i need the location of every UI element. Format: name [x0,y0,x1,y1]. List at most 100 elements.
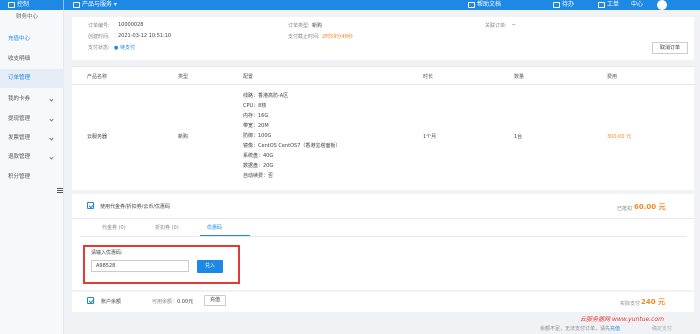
actual-pay-value: 240 元 [641,298,666,306]
products-menu[interactable]: 产品与服务 ▾ [73,0,117,10]
pay-status-badge: ● 待支付 [114,44,135,51]
order-type-label: 订单类型: [288,23,310,29]
config-line: 带宽：20M [243,123,269,129]
actual-pay-label: 实际支付 [620,301,641,307]
discount-divider [72,218,694,219]
chevron-down-icon [49,136,54,141]
tab-promo-code[interactable]: 优惠码 [207,224,222,231]
order-type: 新购 [312,23,323,29]
config-line: 线路：香港高防-A区 [243,93,289,99]
chevron-down-icon: ▾ [112,1,117,8]
config-line: 数据盘：20G [243,163,274,169]
config-line: 系统盘：40G [243,153,274,159]
top-separator [63,0,64,10]
watermark: 云服务器网 www.yuntue.com [580,314,664,323]
sidebar-item-label: 积分管理 [8,174,31,180]
config-line: 自动续费：否 [243,173,274,179]
pay-status: 待支付 [119,45,135,51]
col-header-config: 配置 [243,74,254,80]
watermark-brand: 云服务器网 [580,316,611,323]
account-balance-checkbox[interactable] [87,297,94,304]
sidebar-item-billing[interactable]: 收支明细 [0,50,64,69]
ticket-icon [598,1,605,8]
sidebar-item-label: 发票管理 [8,135,31,141]
sidebar-item-refunds[interactable]: 退款管理 [0,148,64,167]
note-text: 余额不足，无法支付订单，请先 [540,326,611,332]
available-balance-value: 0.00元 [177,299,194,305]
use-discount-checkbox[interactable] [87,202,94,209]
col-header-duration: 时长 [423,74,434,80]
use-discount-label: 使用代金券/折扣券/云币/优惠码 [100,204,171,210]
sidebar-item-invoices[interactable]: 发票管理 [0,129,64,148]
insufficient-balance-note: 余额不足，无法支付订单，请先充值 [540,325,620,332]
order-duration: 1个月 [423,134,437,140]
user-center-link[interactable]: 中心 [631,0,643,10]
products-label: 产品与服务 [82,1,113,8]
discount-deducted-label: 已抵扣 [617,206,633,212]
sidebar-item-recharge[interactable]: 充值中心 [0,30,64,49]
sidebar-item-label: 我的卡券 [8,96,31,102]
recharge-button[interactable]: 充值 [204,295,226,306]
order-quantity: 1台 [514,134,523,140]
recharge-link[interactable]: 充值 [610,326,620,332]
grid-icon [73,1,80,8]
sidebar-item-label: 退款管理 [8,154,31,160]
chevron-down-icon [49,155,54,160]
console-link[interactable]: 控制 [8,0,29,10]
col-header-type: 类型 [178,74,189,80]
sidebar-item-label: 提现管理 [8,116,31,122]
available-balance-label: 可用余额： [152,299,178,305]
tab-vouchers[interactable]: 代金券 (0) [102,224,126,231]
product-name: 云服务器 [87,134,108,140]
col-header-product: 产品名称 [87,74,108,80]
redeem-button[interactable]: 兑入 [197,260,223,273]
confirm-pay-button[interactable]: 确定支付 [652,325,672,332]
order-number: 10000028 [118,22,144,28]
col-header-quantity: 数量 [514,74,525,80]
sidebar-item-label: 收支明细 [8,56,31,62]
table-header-divider [72,84,694,85]
clock-icon: ● [114,45,119,51]
todo-label: 待办 [562,1,575,8]
coupon-label: 请输入优惠码: [91,250,123,256]
created-time-label: 创建时间: [88,34,110,40]
todo-link[interactable]: 待办 [553,0,574,10]
config-line: CPU：8核 [243,103,267,109]
chevron-down-icon [49,117,54,122]
help-docs-link[interactable]: 帮助文档 [468,0,501,10]
discount-deducted-value: 60.00 元 [634,203,666,211]
avatar[interactable] [657,0,667,10]
sidebar-item-points[interactable]: 积分管理 [0,168,64,187]
order-price: 300.00 元 [607,134,632,140]
watermark-url: www.yuntue.com [611,316,664,323]
tab-discount-coupons[interactable]: 折扣券 (0) [155,224,179,231]
order-row-type: 新购 [178,134,189,140]
collapse-menu-icon[interactable] [57,188,63,193]
tickets-link[interactable]: 工单 [598,0,619,10]
top-nav-bar: 控制 产品与服务 ▾ 帮助文档 待办 工单 中心 [0,0,700,10]
monitor-icon [8,1,15,8]
tabs-divider [80,236,686,237]
help-label: 帮助文档 [477,1,502,8]
config-line: 防御：100G [243,133,272,139]
cancel-order-button[interactable]: 取消订单 [652,42,688,54]
book-icon [468,1,475,8]
sidebar-header: 财务中心 [16,14,39,20]
sidebar-item-label: 订单管理 [8,75,31,81]
pay-deadline-label: 支付截止时间: [288,34,320,40]
col-header-price: 费用 [607,74,618,80]
config-line: 内存：16G [243,113,269,119]
related-order-label: 关联订单: [485,23,507,29]
coupon-input[interactable] [91,260,189,272]
console-label: 控制 [17,1,30,8]
order-number-label: 订单编号: [88,23,110,29]
sidebar-item-withdraw[interactable]: 提现管理 [0,110,64,129]
sidebar-item-vouchers[interactable]: 我的卡券 [0,90,64,109]
tickets-label: 工单 [607,1,620,8]
account-balance-label: 账户余额 [101,299,122,305]
sidebar-item-orders[interactable]: 订单管理 [0,69,64,88]
pay-deadline: 2时59分48秒 [322,34,353,40]
created-time: 2021-03-12 10:51:10 [118,33,172,39]
pay-status-label: 支付状态: [88,45,110,51]
sidebar: 财务中心 充值中心 收支明细 订单管理 我的卡券 提现管理 发票管理 退款管理 … [0,10,64,334]
